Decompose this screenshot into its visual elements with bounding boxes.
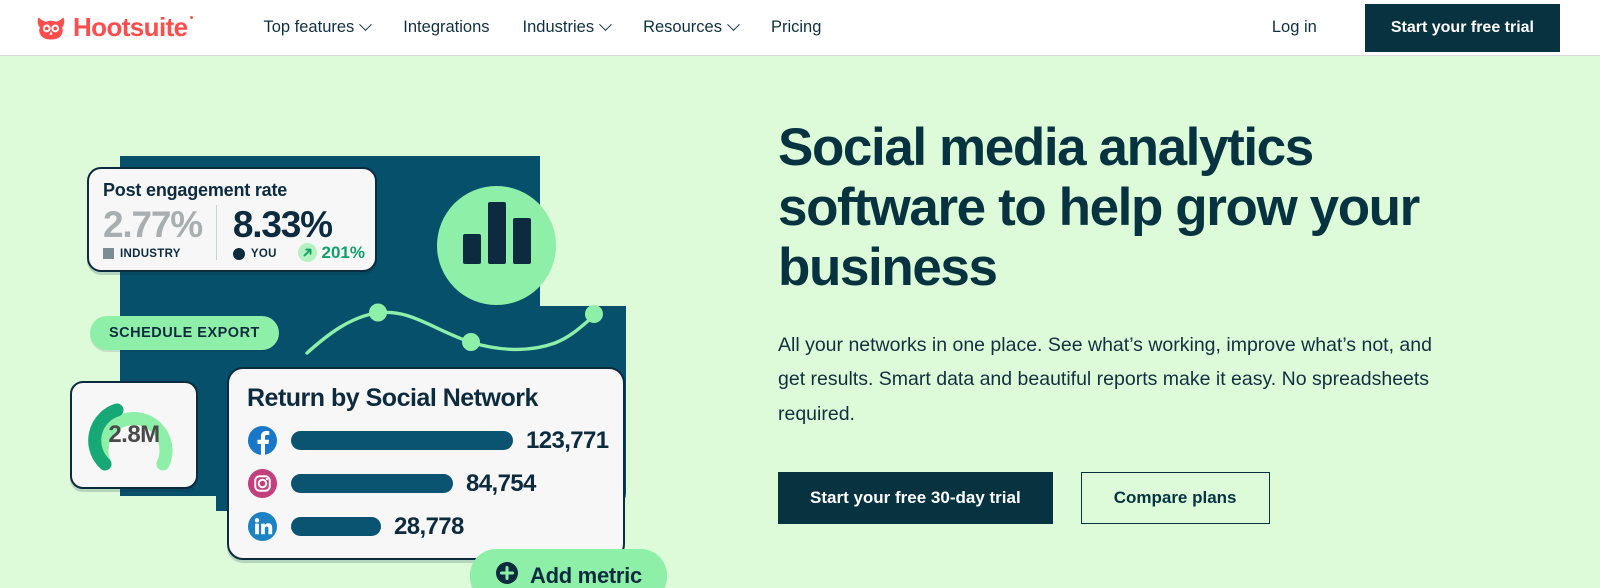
bar-chart-icon-bar-1 — [462, 234, 481, 264]
gauge-value: 2.8M — [108, 421, 160, 448]
gauge-card: 2.8M — [70, 381, 198, 489]
industry-value: 2.77% — [103, 204, 203, 245]
nav-item-pricing[interactable]: Pricing — [771, 18, 821, 37]
square-swatch-icon — [103, 248, 114, 260]
login-link[interactable]: Log in — [1272, 18, 1317, 37]
facebook-icon — [247, 425, 278, 456]
page-title: Social media analytics software to help … — [778, 118, 1420, 297]
you-label: YOU — [250, 247, 277, 260]
chart-row-instagram: 84,754 — [247, 468, 605, 499]
linkedin-icon — [247, 511, 278, 542]
value-linkedin: 28,778 — [394, 512, 464, 540]
chart-row-facebook: 123,771 — [247, 425, 609, 456]
chart-row-linkedin: 28,778 — [247, 511, 605, 542]
start-free-trial-button[interactable]: Start your free trial — [1364, 3, 1560, 52]
return-by-social-network-card: Return by Social Network 123,771 84,754 — [227, 367, 625, 560]
hero-copy: Social media analytics software to help … — [760, 56, 1450, 588]
nav-links: Top features Integrations Industries Res… — [263, 18, 821, 37]
bar-facebook — [291, 431, 513, 450]
industry-legend: INDUSTRY — [103, 248, 202, 260]
industry-label: INDUSTRY — [120, 247, 181, 260]
hero-subcopy: All your networks in one place. See what… — [778, 333, 1432, 426]
hootsuite-logo[interactable]: Hootsuite — [36, 12, 194, 43]
nav-item-label: Pricing — [770, 18, 822, 36]
nav-item-label: Integrations — [403, 18, 490, 36]
chart-title: Return by Social Network — [247, 384, 538, 412]
post-engagement-card: Post engagement rate 2.77% INDUSTRY 8.33… — [87, 167, 377, 272]
bar-chart-icon-bar-3 — [512, 218, 531, 264]
nav-item-label: Industries — [522, 18, 595, 36]
brand-name: Hootsuite — [73, 12, 194, 42]
nav-item-label: Top features — [263, 18, 355, 36]
plus-circle-icon — [495, 561, 519, 588]
hero-illustration: Post engagement rate 2.77% INDUSTRY 8.33… — [0, 56, 760, 588]
line-chart-icon — [305, 303, 603, 355]
industry-metric: 2.77% INDUSTRY — [103, 205, 216, 260]
nav-item-industries[interactable]: Industries — [522, 18, 612, 37]
delta-badge: 201% — [297, 242, 365, 263]
chevron-down-icon — [359, 18, 373, 32]
compare-plans-button[interactable]: Compare plans — [1080, 471, 1270, 524]
nav-actions: Log in Start your free trial — [1272, 0, 1600, 55]
post-engagement-title: Post engagement rate — [103, 180, 288, 200]
nav-item-integrations[interactable]: Integrations — [403, 18, 489, 37]
value-instagram: 84,754 — [466, 469, 536, 497]
add-metric-button[interactable]: Add metric — [470, 549, 667, 588]
nav-item-top-features[interactable]: Top features — [263, 18, 373, 37]
nav-item-resources[interactable]: Resources — [643, 18, 740, 37]
top-navigation-bar: Hootsuite Top features Integrations Indu… — [0, 0, 1600, 56]
add-metric-label: Add metric — [530, 562, 642, 588]
bar-linkedin — [291, 517, 381, 536]
you-metric: 8.33% YOU 201% — [215, 204, 365, 263]
owl-icon — [36, 15, 66, 41]
bar-instagram — [291, 474, 453, 493]
nav-item-label: Resources — [643, 18, 722, 36]
bar-chart-bubble — [437, 186, 556, 305]
value-facebook: 123,771 — [526, 426, 609, 454]
dot-swatch-icon — [232, 247, 245, 260]
you-value: 8.33% — [232, 204, 333, 245]
arrow-up-right-icon — [297, 243, 317, 263]
hero-section: Post engagement rate 2.77% INDUSTRY 8.33… — [0, 56, 1600, 588]
hero-cta-row: Start your free 30-day trial Compare pla… — [778, 471, 1450, 524]
chevron-down-icon — [599, 18, 612, 32]
delta-value: 201% — [321, 242, 365, 262]
instagram-icon — [247, 468, 278, 499]
bar-chart-icon-bar-2 — [487, 202, 506, 264]
start-free-30-day-trial-button[interactable]: Start your free 30-day trial — [778, 471, 1053, 524]
schedule-export-button[interactable]: SCHEDULE EXPORT — [90, 316, 279, 350]
chevron-down-icon — [727, 18, 740, 32]
